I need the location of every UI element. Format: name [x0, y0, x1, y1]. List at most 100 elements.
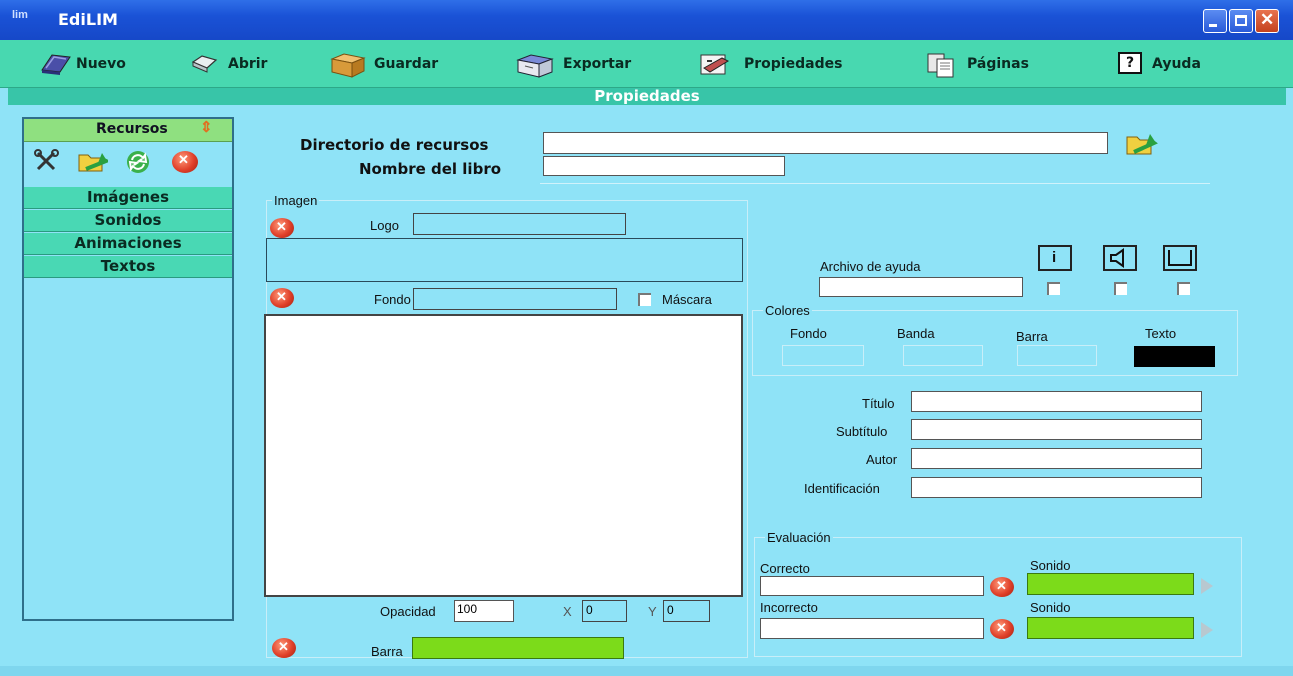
remove-correct-sound-icon[interactable]	[990, 577, 1014, 597]
incorrecto-input[interactable]	[760, 618, 984, 639]
identificacion-input[interactable]	[911, 477, 1202, 498]
remove-fondo-icon[interactable]	[270, 288, 294, 308]
correcto-label: Correcto	[760, 561, 810, 576]
mascara-label: Máscara	[662, 292, 712, 307]
propiedades-button[interactable]: Propiedades	[698, 50, 842, 78]
subtitulo-input[interactable]	[911, 419, 1202, 440]
app-icon: lim	[12, 9, 28, 21]
paginas-label: Páginas	[967, 56, 1029, 72]
separator-line	[540, 183, 1210, 184]
minimize-button[interactable]	[1203, 9, 1227, 33]
logo-preview	[266, 238, 743, 282]
nuevo-button[interactable]: Nuevo	[38, 50, 126, 78]
correcto-sonido-label: Sonido	[1030, 558, 1071, 573]
color-barra-label: Barra	[1016, 329, 1048, 344]
color-fondo-label: Fondo	[790, 326, 827, 341]
titulo-input[interactable]	[911, 391, 1202, 412]
sound-button[interactable]	[1103, 245, 1137, 271]
color-banda-label: Banda	[897, 326, 935, 341]
category-textos[interactable]: Textos	[24, 256, 232, 278]
box-icon	[330, 52, 366, 78]
remove-incorrect-sound-icon[interactable]	[990, 619, 1014, 639]
dir-input[interactable]	[543, 132, 1108, 154]
browse-folder-icon[interactable]	[1124, 128, 1158, 163]
color-texto-swatch[interactable]	[1134, 346, 1215, 367]
incorrecto-sound-input[interactable]	[1027, 617, 1194, 639]
help-file-label: Archivo de ayuda	[820, 259, 921, 274]
sound-checkbox[interactable]	[1114, 282, 1127, 295]
info-checkbox[interactable]	[1047, 282, 1060, 295]
color-texto-label: Texto	[1145, 326, 1177, 341]
category-imagenes[interactable]: Imágenes	[24, 187, 232, 209]
mascara-checkbox[interactable]	[638, 293, 651, 306]
book-name-input[interactable]	[543, 156, 785, 176]
resources-header[interactable]: Recursos ⇕	[24, 119, 232, 142]
identificacion-label: Identificación	[804, 481, 880, 496]
speaker-icon	[1110, 248, 1124, 268]
refresh-icon[interactable]	[124, 149, 152, 180]
info-icon: i	[1052, 249, 1057, 266]
ayuda-button[interactable]: ? Ayuda	[1118, 50, 1201, 78]
help-file-input[interactable]	[819, 277, 1023, 297]
color-barra-swatch[interactable]	[1017, 345, 1097, 366]
category-sonidos[interactable]: Sonidos	[24, 210, 232, 232]
y-label: Y	[648, 604, 657, 619]
book-icon	[38, 52, 71, 76]
fondo-label: Fondo	[374, 292, 411, 307]
propiedades-label: Propiedades	[744, 56, 843, 72]
title-bar[interactable]: lim EdiLIM	[0, 0, 1293, 40]
maximize-button[interactable]	[1229, 9, 1253, 33]
opacidad-input[interactable]: 100	[454, 600, 514, 622]
play-correct-icon[interactable]	[1201, 578, 1213, 594]
info-button[interactable]: i	[1038, 245, 1072, 271]
export-box-icon	[515, 52, 555, 78]
properties-icon	[698, 52, 736, 76]
exportar-button[interactable]: Exportar	[515, 50, 631, 78]
edilim-window: lim EdiLIM Nuevo Abrir Guardar	[0, 0, 1293, 676]
window-title: EdiLIM	[58, 10, 118, 29]
fondo-input[interactable]	[413, 288, 617, 310]
window-frame-icon	[1168, 250, 1192, 266]
window-bottom-edge	[0, 666, 1293, 676]
resources-header-label: Recursos	[96, 121, 168, 137]
incorrecto-label: Incorrecto	[760, 600, 818, 615]
window-checkbox[interactable]	[1177, 282, 1190, 295]
remove-barra-icon[interactable]	[272, 638, 296, 658]
barra-label: Barra	[371, 644, 403, 659]
tools-icon[interactable]	[34, 149, 62, 178]
autor-input[interactable]	[911, 448, 1202, 469]
remove-logo-icon[interactable]	[270, 218, 294, 238]
evaluation-group	[754, 537, 1242, 657]
play-incorrect-icon[interactable]	[1201, 622, 1213, 638]
opacidad-label: Opacidad	[380, 604, 436, 619]
barra-input[interactable]	[412, 637, 624, 659]
delete-resource-icon[interactable]	[172, 151, 198, 173]
abrir-label: Abrir	[228, 56, 268, 72]
abrir-button[interactable]: Abrir	[190, 50, 267, 78]
correcto-input[interactable]	[760, 576, 984, 596]
x-input[interactable]: 0	[582, 600, 627, 622]
autor-label: Autor	[866, 452, 898, 467]
nuevo-label: Nuevo	[76, 56, 126, 72]
close-window-button[interactable]	[1255, 9, 1279, 33]
dir-label: Directorio de recursos	[300, 136, 489, 154]
paginas-button[interactable]: Páginas	[925, 50, 1029, 78]
correcto-sound-input[interactable]	[1027, 573, 1194, 595]
category-animaciones[interactable]: Animaciones	[24, 233, 232, 255]
fondo-preview	[264, 314, 743, 597]
window-button[interactable]	[1163, 245, 1197, 271]
ayuda-label: Ayuda	[1152, 56, 1201, 72]
color-fondo-swatch[interactable]	[782, 345, 864, 366]
logo-label: Logo	[370, 218, 399, 233]
book-name-label: Nombre del libro	[359, 160, 502, 178]
import-folder-icon[interactable]	[76, 147, 111, 180]
y-input[interactable]: 0	[663, 600, 710, 622]
logo-input[interactable]	[413, 213, 626, 235]
guardar-button[interactable]: Guardar	[330, 50, 438, 78]
help-icon: ?	[1118, 52, 1144, 76]
color-banda-swatch[interactable]	[903, 345, 983, 366]
incorrecto-sonido-label: Sonido	[1030, 600, 1071, 615]
help-icon-glyph: ?	[1118, 52, 1142, 74]
expand-collapse-icon[interactable]: ⇕	[200, 118, 213, 136]
open-book-icon	[190, 52, 220, 76]
